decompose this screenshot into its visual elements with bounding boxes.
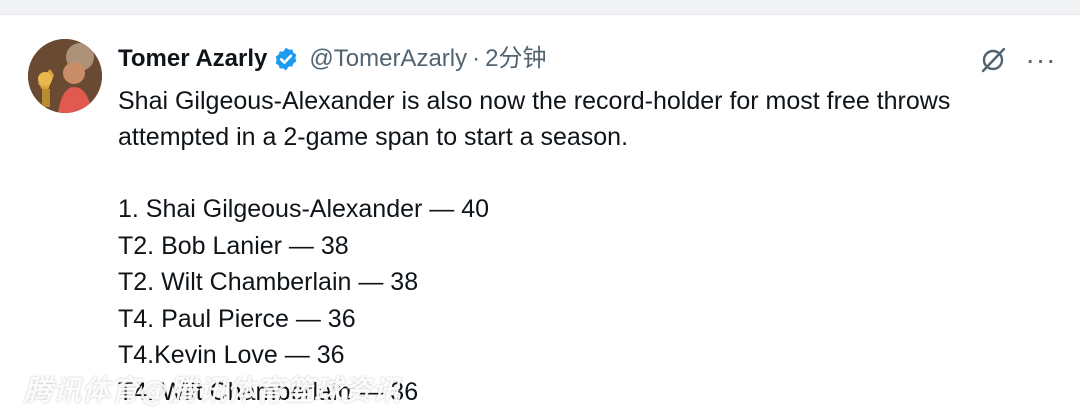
ranking-list: 1. Shai Gilgeous-Alexander — 40 T2. Bob … xyxy=(118,191,1058,410)
tweet-body-text: Shai Gilgeous-Alexander is also now the … xyxy=(118,87,951,151)
list-item: 1. Shai Gilgeous-Alexander — 40 xyxy=(118,195,490,223)
tweet-actions: ··· xyxy=(976,43,1058,77)
list-item: T4. Paul Pierce — 36 xyxy=(118,304,356,333)
header-separator: · xyxy=(472,45,481,72)
verified-badge-icon xyxy=(273,46,299,72)
grok-icon[interactable] xyxy=(976,43,1010,77)
list-item: T2. Bob Lanier — 38 xyxy=(118,231,349,260)
author-name[interactable]: Tomer Azarly xyxy=(118,39,267,79)
more-icon[interactable]: ··· xyxy=(1024,43,1058,77)
tweet-timestamp[interactable]: 2分钟 xyxy=(485,39,546,79)
list-item: T4.Kevin Love — 36 xyxy=(118,341,345,369)
avatar-image xyxy=(28,39,102,113)
tweet-content: Tomer Azarly @TomerAzarly · 2分钟 Shai Gil… xyxy=(118,39,1058,410)
list-item: T4. Wilt Chamberlain — 36 xyxy=(118,377,419,406)
list-item: T2. Wilt Chamberlain — 38 xyxy=(118,268,419,296)
tweet-card[interactable]: Tomer Azarly @TomerAzarly · 2分钟 Shai Gil… xyxy=(0,14,1080,420)
author-handle[interactable]: @TomerAzarly xyxy=(309,39,467,79)
tweet-header: Tomer Azarly @TomerAzarly · 2分钟 xyxy=(118,39,1058,79)
author-avatar[interactable] xyxy=(28,39,102,113)
